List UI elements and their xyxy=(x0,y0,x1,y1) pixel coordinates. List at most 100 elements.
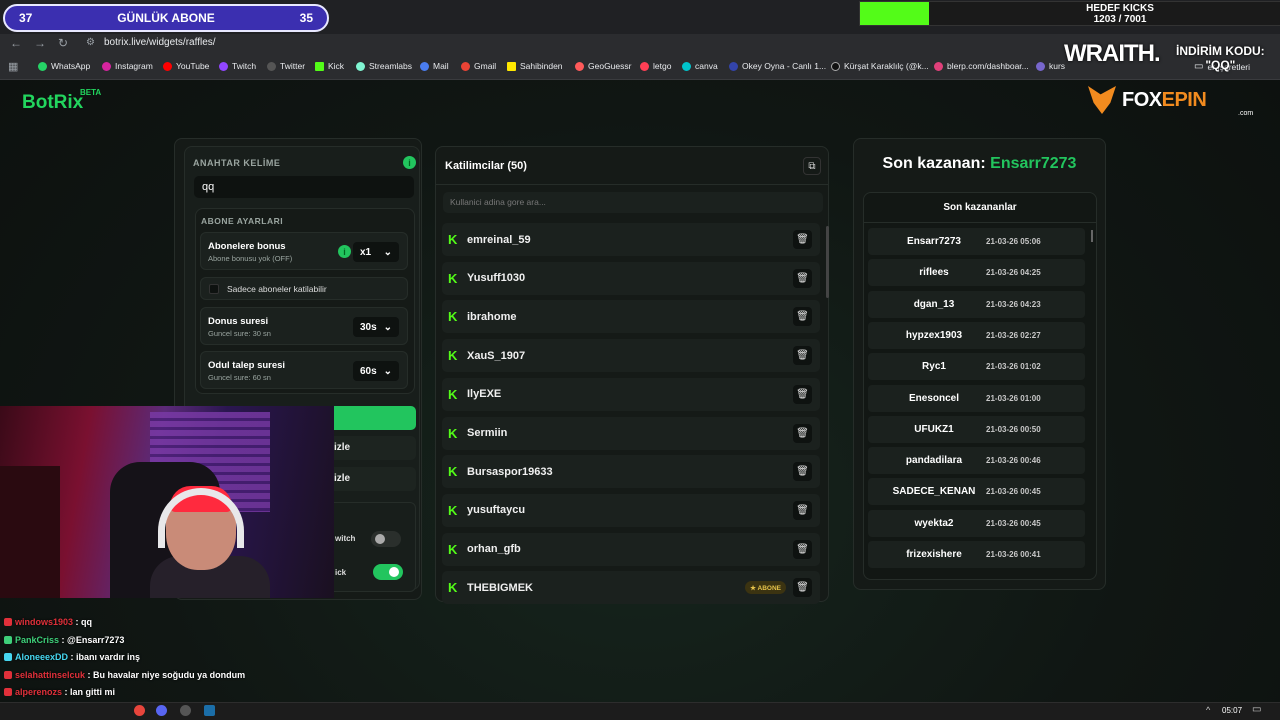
bookmark-kurs[interactable]: kurs xyxy=(1036,61,1065,71)
bookmark-letgo[interactable]: letgo xyxy=(640,61,671,71)
chrome-icon[interactable] xyxy=(134,705,145,716)
sub-bonus-select[interactable]: x1 ⌄ xyxy=(353,242,399,262)
delete-icon[interactable]: 🗑 xyxy=(793,346,812,366)
reload-icon[interactable]: ↻ xyxy=(58,36,68,50)
winner-date: 21-03-26 00:45 xyxy=(986,518,1041,528)
chat-text: : ibanı vardır inş xyxy=(70,652,141,662)
delete-icon[interactable]: 🗑 xyxy=(793,268,812,288)
winner-date: 21-03-26 00:46 xyxy=(986,456,1041,466)
participant-row[interactable]: Kemreinal_59 🗑 xyxy=(442,223,820,256)
bookmark-streamlabs[interactable]: Streamlabs xyxy=(356,61,412,71)
participant-row[interactable]: K THEBIGMEK ★ ABONE 🗑 xyxy=(442,571,820,605)
copy-icon[interactable]: ⧉ xyxy=(803,157,821,175)
subs-only-row[interactable]: Sadece aboneler katilabilir xyxy=(200,277,408,300)
delete-icon[interactable]: 🗑 xyxy=(793,462,812,482)
bookmark-instagram[interactable]: Instagram xyxy=(102,61,153,71)
discord-icon[interactable] xyxy=(156,705,167,716)
last-winner-name: Ensarr7273 xyxy=(990,155,1077,172)
bookmark-whatsapp[interactable]: WhatsApp xyxy=(38,61,90,71)
kick-icon: K xyxy=(448,541,458,557)
promo-value: "QQ" xyxy=(1205,58,1236,72)
participant-search-input[interactable]: Kullanici adina gore ara... xyxy=(443,192,823,213)
botrix-logo[interactable]: BotRix xyxy=(22,92,83,114)
winner-name: SADECE_KENAN xyxy=(892,486,976,498)
participant-name: IlyEXE xyxy=(467,388,502,401)
bookmark-gmail[interactable]: Gmail xyxy=(461,61,496,71)
chat-text: : lan gitti mi xyxy=(64,687,116,697)
winner-row: hypzex1903 21-03-26 02:27 xyxy=(868,321,1085,349)
winner-row: UFUKZ1 21-03-26 00:50 xyxy=(868,415,1085,443)
bookmark-youtube[interactable]: YouTube xyxy=(163,61,209,71)
notification-icon[interactable]: ▭ xyxy=(1252,704,1261,715)
participant-row[interactable]: K Yusuff1030 🗑 xyxy=(442,261,820,295)
delete-icon[interactable]: 🗑 xyxy=(793,423,812,443)
chevron-up-icon[interactable]: ^ xyxy=(1206,705,1210,715)
winner-name: Enesoncel xyxy=(908,392,960,404)
steam-icon[interactable] xyxy=(204,705,215,716)
bookmark-geoguessr[interactable]: GeoGuessr xyxy=(575,61,631,71)
chevron-down-icon: ⌄ xyxy=(383,246,392,258)
okey-icon xyxy=(729,61,738,71)
round-time-select[interactable]: 30s ⌄ xyxy=(353,317,399,337)
participant-row[interactable]: K XauS_1907 🗑 xyxy=(442,339,820,373)
chat-badge-icon xyxy=(4,670,12,679)
delete-icon[interactable]: 🗑 xyxy=(793,230,812,249)
back-icon[interactable]: ← xyxy=(10,36,22,50)
subs-only-checkbox[interactable] xyxy=(209,284,219,294)
chat-message: alperenozs : lan gitti mi xyxy=(4,687,115,697)
participant-row[interactable]: K Bursaspor19633 🗑 xyxy=(442,455,820,489)
winner-name: riflees xyxy=(919,267,949,279)
kick-toggle[interactable] xyxy=(373,564,403,580)
claim-time-select[interactable]: 60s ⌄ xyxy=(353,361,399,381)
participant-row[interactable]: K IlyEXE 🗑 xyxy=(442,377,820,411)
address-bar[interactable]: botrix.live/widgets/raffles/ xyxy=(104,37,216,48)
subscriber-badge: ★ ABONE xyxy=(745,581,786,595)
winner-date: 21-03-26 00:41 xyxy=(986,550,1041,559)
bookmark-kick[interactable]: Kick xyxy=(315,61,344,71)
obs-icon[interactable] xyxy=(180,705,191,716)
kick-icon: K xyxy=(448,464,458,480)
mail-icon xyxy=(420,61,429,71)
bookmark-tiktok[interactable]: Kürşat Karaklılç (@k... xyxy=(831,61,929,71)
participant-scrollbar[interactable] xyxy=(826,226,829,298)
bookmark-twitter[interactable]: Twitter xyxy=(267,61,305,71)
delete-icon[interactable]: 🗑 xyxy=(793,539,812,559)
participant-name: Bursaspor19633 xyxy=(467,465,553,478)
chevron-down-icon: ⌄ xyxy=(383,321,392,333)
site-info-icon[interactable]: ⚙ xyxy=(86,37,95,48)
chat-message: windows1903 : qq xyxy=(4,617,92,627)
bookmark-mail[interactable]: Mail xyxy=(420,61,449,71)
delete-icon[interactable]: 🗑 xyxy=(793,578,812,598)
winner-name: Ensarr7273 xyxy=(907,236,961,247)
participant-name: XauS_1907 xyxy=(467,349,526,362)
bookmark-okey[interactable]: Okey Oyna - Canlı 1... xyxy=(729,61,826,71)
participant-row[interactable]: K Sermiin 🗑 xyxy=(442,416,820,450)
delete-icon[interactable]: 🗑 xyxy=(793,307,812,327)
participant-row[interactable]: Korhan_gfb 🗑 xyxy=(442,532,820,566)
sub-bonus-info-icon[interactable]: i xyxy=(338,245,351,258)
kick-icon: K xyxy=(448,580,458,596)
apps-grid-icon[interactable]: ▦ xyxy=(8,60,18,73)
participant-row[interactable]: Kyusuftaycu 🗑 xyxy=(442,493,820,527)
winner-name: pandadilara xyxy=(905,455,963,467)
delete-icon[interactable]: 🗑 xyxy=(793,384,812,404)
bookmark-twitch[interactable]: Twitch xyxy=(219,61,256,71)
forward-icon[interactable]: → xyxy=(34,36,46,50)
bookmark-blerp[interactable]: blerp.com/dashboar... xyxy=(934,61,1029,71)
keyword-input[interactable]: qq xyxy=(194,176,414,198)
twitch-toggle[interactable] xyxy=(371,531,401,547)
winner-row: frizexishere 21-03-26 00:41 xyxy=(868,541,1085,568)
fox-icon xyxy=(1088,86,1116,114)
kick-icon: K xyxy=(448,502,458,518)
chat-username: alperenozs xyxy=(15,687,63,697)
instagram-icon xyxy=(102,61,111,71)
bookmark-canva[interactable]: canva xyxy=(682,61,718,71)
screen: { "overlay": { "sub_goal": {"current": "… xyxy=(0,0,1280,720)
winners-scrollbar[interactable] xyxy=(1091,230,1093,242)
bookmark-sahibinden[interactable]: Sahibinden xyxy=(507,61,563,71)
participant-row[interactable]: Kibrahome 🗑 xyxy=(442,300,820,334)
delete-icon[interactable]: 🗑 xyxy=(793,500,812,520)
participant-name: Yusuff1030 xyxy=(467,272,526,285)
winner-date: 21-03-26 02:27 xyxy=(986,330,1041,340)
keyword-info-icon[interactable]: i xyxy=(403,156,416,169)
